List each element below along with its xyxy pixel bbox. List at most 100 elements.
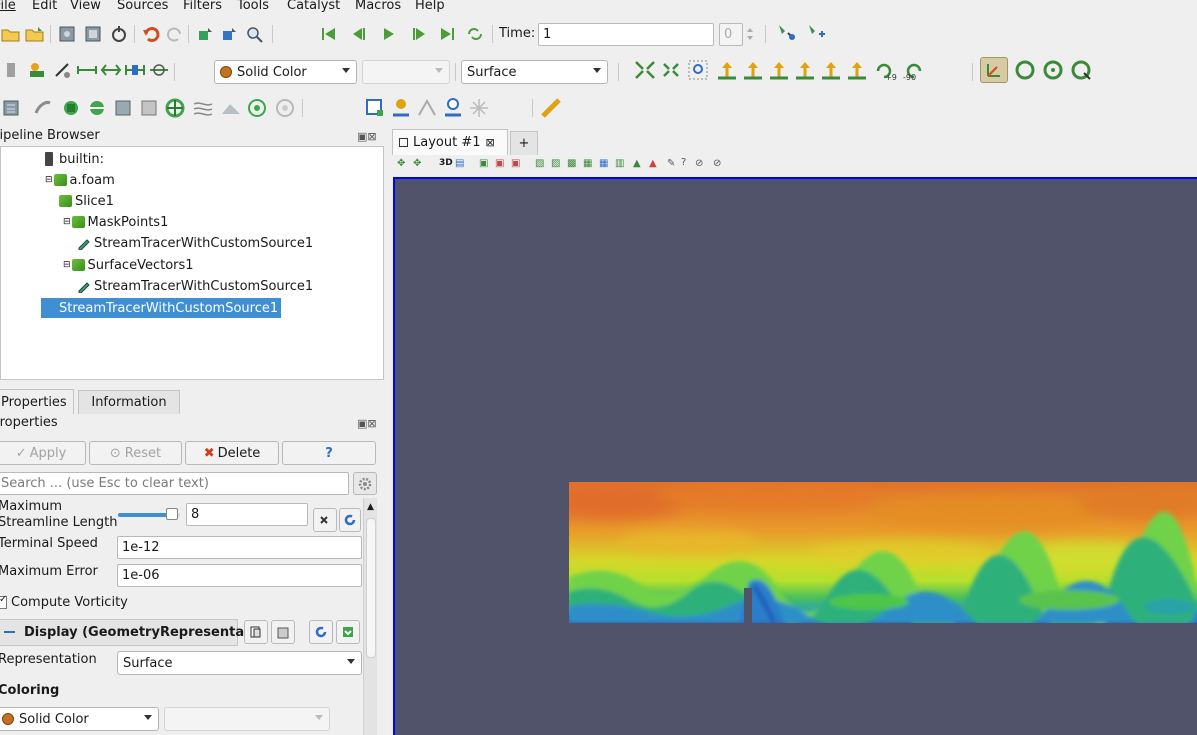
previous-frame-icon[interactable] <box>348 23 370 45</box>
edit-color-map-icon[interactable] <box>26 59 48 81</box>
hover-cells-icon[interactable]: ▥ <box>615 158 624 169</box>
apply-button[interactable]: ✓ Apply <box>0 441 86 465</box>
camera-redo-icon[interactable] <box>218 23 240 45</box>
loop-icon[interactable] <box>464 23 486 45</box>
representation-property-select[interactable]: Surface <box>117 651 362 675</box>
maximum-error-input[interactable]: 1e-06 <box>117 564 362 587</box>
time-input[interactable]: 1 <box>538 23 714 46</box>
help-button[interactable]: ? <box>282 441 376 465</box>
reset-range-icon[interactable] <box>52 59 74 81</box>
connect-icon[interactable] <box>108 23 130 45</box>
slice-icon[interactable] <box>86 97 108 119</box>
reset-center-icon[interactable] <box>1042 59 1064 81</box>
tree-collapse-icon[interactable]: ⊟ <box>63 217 71 227</box>
tree-collapse-icon[interactable]: ⊟ <box>45 175 53 185</box>
clear-selection-icon[interactable]: ⊘ <box>713 158 721 169</box>
reset-to-range-icon[interactable] <box>339 508 361 532</box>
show-center-icon[interactable] <box>1014 59 1036 81</box>
view-plus-z-icon[interactable] <box>820 59 842 81</box>
menu-tools[interactable]: Tools <box>237 0 269 13</box>
menu-filters[interactable]: Filters <box>183 0 222 13</box>
menu-help[interactable]: Help <box>415 0 445 13</box>
zoom-to-box-icon[interactable] <box>688 59 710 81</box>
link-icon[interactable]: ⊘ <box>695 158 703 169</box>
collapse-section-icon[interactable] <box>4 631 15 633</box>
tab-properties[interactable]: Properties <box>0 389 74 414</box>
open-recent-icon[interactable] <box>24 23 46 45</box>
rescale-custom-range-icon[interactable] <box>76 59 98 81</box>
representation-select[interactable]: Surface <box>461 60 608 84</box>
select-cells-through-icon[interactable]: ▣ <box>511 158 520 169</box>
clear-value-icon[interactable] <box>313 508 337 532</box>
split-horizontal-icon[interactable]: ✥ <box>397 158 405 169</box>
view-plus-y-icon[interactable] <box>768 59 790 81</box>
threshold-icon[interactable] <box>112 97 134 119</box>
close-tab-icon[interactable]: ⊠ <box>486 136 495 149</box>
select-cells-on-icon[interactable]: ▣ <box>479 158 488 169</box>
stream-tracer-icon[interactable] <box>192 97 214 119</box>
timestep-input[interactable]: 0 <box>719 23 743 46</box>
pipeline-node-builtin[interactable]: builtin: <box>45 149 104 169</box>
camera-undo-icon[interactable] <box>194 23 216 45</box>
calculator-icon[interactable] <box>0 97 22 119</box>
plot-over-line-icon[interactable] <box>442 97 464 119</box>
select-polygon-icon[interactable]: ▨ <box>551 158 560 169</box>
toggle-color-legend-icon[interactable] <box>0 59 22 81</box>
menu-macros[interactable]: Macros <box>355 0 401 13</box>
toggle-3d-button[interactable]: 3D <box>439 158 453 168</box>
find-data-icon[interactable] <box>244 23 266 45</box>
first-frame-icon[interactable] <box>318 23 340 45</box>
menu-edit[interactable]: Edit <box>32 0 57 13</box>
max-length-input[interactable]: 8 <box>186 503 308 526</box>
coloring-component-select[interactable] <box>164 707 330 731</box>
max-length-slider[interactable] <box>118 508 180 520</box>
add-layout-tab-button[interactable]: + <box>510 131 538 155</box>
reset-camera-closest-icon[interactable] <box>660 59 682 81</box>
menu-catalyst[interactable]: Catalyst <box>287 0 340 13</box>
tab-information[interactable]: Information <box>78 390 180 414</box>
view-minus-z-icon[interactable] <box>846 59 868 81</box>
ruler-icon[interactable] <box>540 97 562 119</box>
tree-collapse-icon[interactable]: ⊟ <box>63 260 71 270</box>
delete-button[interactable]: ✖ Delete <box>185 441 279 465</box>
pick-center-icon[interactable] <box>1070 59 1092 81</box>
properties-search-input[interactable]: Search ... (use Esc to clear text) <box>0 472 349 495</box>
view-minus-y-icon[interactable] <box>794 59 816 81</box>
rotate-plus-90-icon[interactable]: +90 <box>872 59 898 81</box>
pipeline-node-a-foam[interactable]: ⊟ a.foam <box>45 170 115 190</box>
view-plus-x-icon[interactable] <box>716 59 738 81</box>
pipeline-node-streamtracer-a[interactable]: StreamTracerWithCustomSource1 <box>77 233 313 253</box>
restore-defaults-icon[interactable] <box>309 620 333 644</box>
panel-float-close-icons[interactable]: ▣⊠ <box>357 130 377 143</box>
contour-icon[interactable] <box>32 97 54 119</box>
play-icon[interactable] <box>378 23 400 45</box>
scroll-up-icon[interactable]: ▲ <box>367 502 374 512</box>
component-select[interactable] <box>362 60 450 84</box>
camera-link-icon[interactable] <box>776 21 798 43</box>
pipeline-node-maskpoints1[interactable]: ⊟ MaskPoints1 <box>63 212 168 232</box>
show-orientation-axes-icon[interactable] <box>980 57 1008 83</box>
next-frame-icon[interactable] <box>408 23 430 45</box>
histogram-icon[interactable] <box>390 97 412 119</box>
open-folder-icon[interactable] <box>0 23 22 45</box>
reset-button[interactable]: ⊙ Reset <box>89 441 182 465</box>
menu-sources[interactable]: Sources <box>117 0 168 13</box>
annotate-time-icon[interactable] <box>468 97 490 119</box>
gear-icon[interactable] <box>353 472 377 495</box>
compute-vorticity-checkbox[interactable]: ✓ <box>0 594 7 609</box>
select-points-on-icon[interactable]: ▣ <box>495 158 504 169</box>
capture-icon[interactable]: ▤ <box>455 158 464 169</box>
display-section-header[interactable]: Display (GeometryRepresenta <box>0 619 244 646</box>
extract-level-icon[interactable] <box>274 97 296 119</box>
max-length-slider-handle[interactable] <box>165 508 178 520</box>
copy-properties-icon[interactable] <box>244 620 268 644</box>
save-state-icon[interactable] <box>56 23 78 45</box>
view-minus-x-icon[interactable] <box>742 59 764 81</box>
pipeline-node-streamtracer-b[interactable]: StreamTracerWithCustomSource1 <box>77 276 313 296</box>
save-defaults-icon[interactable] <box>336 620 360 644</box>
spreadsheet-icon[interactable] <box>364 97 386 119</box>
scrollbar-thumb[interactable] <box>366 518 376 658</box>
paste-properties-icon[interactable] <box>271 620 295 644</box>
extract-subset-icon[interactable] <box>138 97 160 119</box>
menu-file[interactable]: File <box>0 0 16 13</box>
